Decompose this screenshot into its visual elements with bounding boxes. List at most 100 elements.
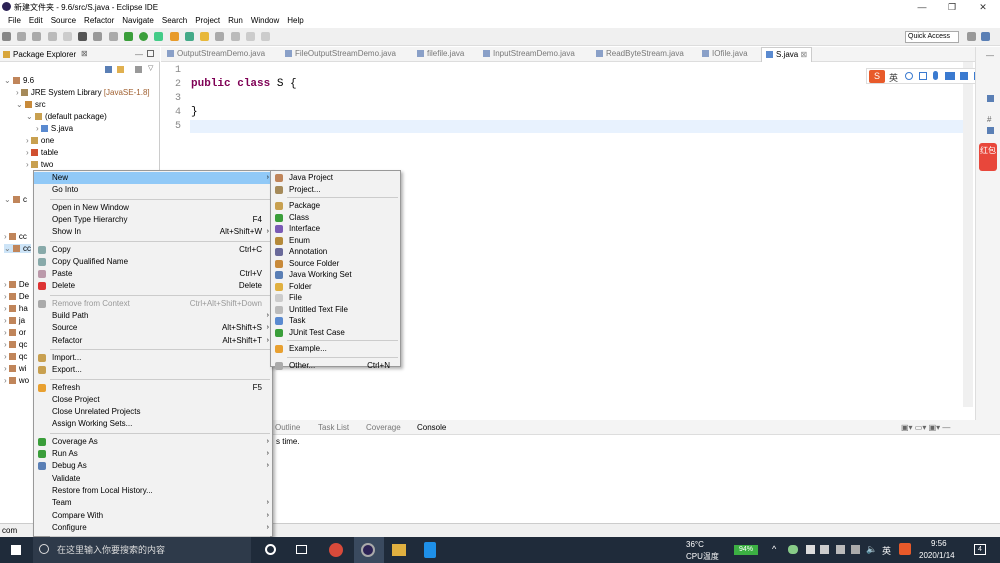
menu-refactor[interactable]: Refactor — [80, 14, 118, 28]
menu-item-copy-qualified-name[interactable]: Copy Qualified Name — [34, 256, 272, 268]
skip-icon[interactable] — [93, 32, 103, 41]
toolbox-icon[interactable] — [960, 72, 968, 80]
menu-item-open-in-new-window[interactable]: Open in New Window — [34, 202, 272, 214]
tree-item[interactable]: › De — [4, 292, 29, 301]
editor-scrollbar[interactable] — [963, 62, 973, 407]
tab-task-list[interactable]: Task List — [318, 423, 349, 432]
console-toolbar-icon[interactable]: ▣▾ ▭▾ ▣▾ — — [901, 423, 950, 432]
tab-console[interactable]: Console — [417, 423, 446, 432]
menu-item-java-working-set[interactable]: Java Working Set — [271, 269, 400, 281]
task-view-icon[interactable] — [987, 127, 994, 134]
menu-project[interactable]: Project — [191, 14, 224, 28]
sogou-logo-icon[interactable]: S — [869, 70, 885, 83]
menu-item-package[interactable]: Package — [271, 200, 400, 212]
tree-item[interactable]: › JRE System Library [JavaSE-1.8] — [16, 88, 150, 97]
explorer-title[interactable]: Package Explorer — [13, 50, 76, 59]
menu-file[interactable]: File — [4, 14, 25, 28]
tree-item[interactable]: › cc — [4, 232, 27, 241]
symbol-icon[interactable] — [919, 72, 927, 80]
network-icon[interactable] — [836, 545, 845, 554]
menu-item-configure[interactable]: Configure › — [34, 522, 272, 534]
debug-icon[interactable] — [78, 32, 88, 41]
menu-item-close-project[interactable]: Close Project — [34, 394, 272, 406]
taskbar-search-input[interactable]: 在这里输入你要搜索的内容 — [33, 537, 251, 563]
menu-item-compare-with[interactable]: Compare With › — [34, 510, 272, 522]
tree-item[interactable]: ⌄ (default package) — [26, 112, 107, 121]
menu-item-assign-working-sets[interactable]: Assign Working Sets... — [34, 418, 272, 430]
menu-item-task[interactable]: Task — [271, 315, 400, 327]
file-explorer-icon[interactable] — [392, 544, 406, 556]
tab-filefile[interactable]: filefile.java — [417, 49, 464, 58]
tab-outputstreamdemo[interactable]: OutputStreamDemo.java — [167, 49, 265, 58]
outline-view-icon[interactable] — [987, 95, 994, 102]
java-perspective-icon[interactable] — [981, 32, 990, 41]
menu-item-copy[interactable]: Copy Ctrl+C — [34, 244, 272, 256]
tree-item-selected[interactable]: ⌄ cc — [4, 244, 31, 253]
chrome-icon[interactable] — [329, 543, 343, 557]
tab-iofile[interactable]: IOfile.java — [702, 49, 748, 58]
tree-item[interactable]: › ha — [4, 304, 28, 313]
tree-item[interactable]: › qc — [4, 352, 27, 361]
tree-item[interactable]: › wi — [4, 364, 26, 373]
tree-item[interactable]: › or — [4, 328, 26, 337]
step-icon[interactable] — [108, 32, 118, 41]
menu-item-other[interactable]: Other... Ctrl+N — [271, 360, 400, 372]
menu-item-source[interactable]: Source Alt+Shift+S › — [34, 322, 272, 334]
tree-item[interactable]: › S.java — [36, 124, 73, 133]
tree-item[interactable]: ⌄ 9.6 — [4, 76, 34, 85]
menu-item-restore-from-local-history[interactable]: Restore from Local History... — [34, 485, 272, 497]
task-view-icon[interactable] — [296, 545, 307, 554]
menu-item-example[interactable]: Example... — [271, 343, 400, 355]
menu-item-paste[interactable]: Paste Ctrl+V — [34, 268, 272, 280]
save-icon[interactable] — [17, 32, 27, 41]
menu-item-junit-test-case[interactable]: JUnit Test Case — [271, 327, 400, 339]
menu-item-enum[interactable]: Enum — [271, 235, 400, 247]
new-java-class-icon[interactable] — [184, 32, 194, 41]
menu-run[interactable]: Run — [224, 14, 247, 28]
menu-item-open-type-hierarchy[interactable]: Open Type Hierarchy F4 — [34, 214, 272, 226]
chevron-up-icon[interactable]: ^ — [772, 544, 776, 554]
menu-item-new[interactable]: New › — [34, 172, 272, 184]
menu-edit[interactable]: Edit — [25, 14, 47, 28]
save-all-icon[interactable] — [32, 32, 42, 41]
sogou-tray-icon[interactable] — [899, 543, 911, 555]
forward-icon[interactable] — [260, 32, 270, 41]
tab-inputstreamdemo[interactable]: InputStreamDemo.java — [483, 49, 575, 58]
cortana-icon[interactable] — [265, 544, 276, 555]
wechat-icon[interactable] — [788, 545, 798, 554]
minimize-view-icon[interactable]: — — [986, 51, 994, 60]
open-type-icon[interactable] — [200, 32, 210, 41]
tree-item[interactable]: ⌄ src — [16, 100, 46, 109]
link-editor-icon[interactable] — [117, 66, 124, 73]
tab-coverage[interactable]: Coverage — [366, 423, 401, 432]
tree-item[interactable]: › table — [26, 148, 58, 157]
ime-indicator[interactable]: 英 — [882, 544, 891, 557]
minimize-view-icon[interactable]: — — [135, 50, 143, 59]
restore-icon[interactable]: # — [987, 115, 991, 124]
red-packet-badge[interactable]: 红包 — [979, 143, 997, 171]
menu-item-file[interactable]: File — [271, 292, 400, 304]
tree-item[interactable]: › ja — [4, 316, 25, 325]
menu-item-java-project[interactable]: Java Project — [271, 172, 400, 184]
volume-icon[interactable]: 🔈 — [866, 544, 877, 555]
mic-icon[interactable] — [933, 71, 938, 80]
tree-item[interactable]: › qc — [4, 340, 27, 349]
close-view-icon[interactable]: ⊠ — [81, 49, 88, 58]
run-icon[interactable] — [139, 32, 149, 41]
menu-item-source-folder[interactable]: Source Folder — [271, 258, 400, 270]
terminal-icon[interactable] — [62, 32, 72, 41]
battery-indicator[interactable]: 94% — [734, 545, 758, 555]
menu-item-delete[interactable]: Delete Delete — [34, 280, 272, 292]
tab-outline[interactable]: Outline — [275, 423, 300, 432]
tab-s-java[interactable]: S.java ⊠ — [761, 47, 813, 62]
menu-item-annotation[interactable]: Annotation — [271, 246, 400, 258]
tab-fileoutputstreamdemo[interactable]: FileOutputStreamDemo.java — [285, 49, 396, 58]
print-icon[interactable] — [47, 32, 57, 41]
phone-app-icon[interactable] — [424, 542, 436, 558]
menu-source[interactable]: Source — [47, 14, 80, 28]
menu-item-untitled-text-file[interactable]: Untitled Text File — [271, 304, 400, 316]
back-icon[interactable] — [245, 32, 255, 41]
open-perspective-icon[interactable] — [967, 32, 976, 41]
new-icon[interactable] — [2, 32, 11, 41]
menu-item-close-unrelated-projects[interactable]: Close Unrelated Projects — [34, 406, 272, 418]
